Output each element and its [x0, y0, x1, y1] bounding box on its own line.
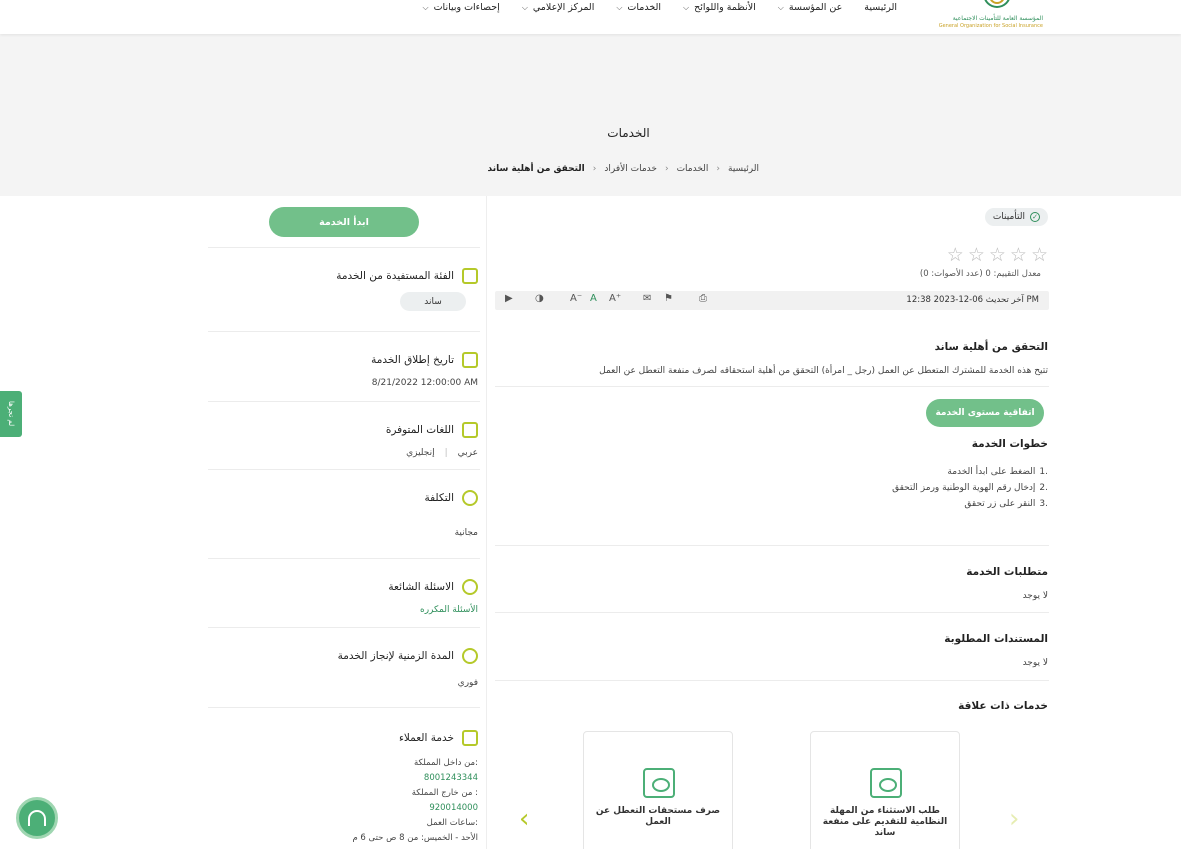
nav-services[interactable]: الخدمات ⌵ [605, 2, 672, 13]
related-title: خدمات ذات علاقة [958, 700, 1048, 712]
accessibility-toolbar: ▶ ◑ A⁻ A A⁺ ✉ ⚑ ⎙ آخر تحديث 06-12-2023 1… [495, 291, 1049, 310]
question-icon [462, 579, 478, 595]
headset-icon [28, 810, 46, 826]
chat-icon [462, 730, 478, 746]
star-icon[interactable]: ☆ [1031, 244, 1048, 266]
calendar-icon [462, 352, 478, 368]
service-sidebar: ابدأ الخدمة الفئة المستفيدة من الخدمة سا… [208, 196, 480, 849]
related-service-card[interactable]: صرف مستحقات التعطل عن العمل [583, 731, 733, 849]
star-icon[interactable]: ☆ [989, 244, 1006, 266]
bookmark-icon[interactable]: ⚑ [664, 293, 673, 304]
last-update: آخر تحديث 06-12-2023 12:38 PM [906, 295, 1039, 305]
page-hero: الخدمات الرئيسية › الخدمات › خدمات الأفر… [0, 34, 1181, 196]
top-navigation: المؤسسة العامة للتأمينات الاجتماعية Gene… [0, 0, 1181, 34]
documents-title: المستندات المطلوبة [944, 633, 1048, 645]
print-icon[interactable]: ⎙ [699, 293, 707, 304]
faq-section: الاسئلة الشائعة الأسئلة المكرره [208, 558, 480, 627]
list-item: 3. النقر على زر تحقق [964, 499, 1048, 509]
duration-section: المدة الزمنية لإنجاز الخدمة فوري [208, 627, 480, 707]
chevron-down-icon: ⌵ [683, 2, 690, 12]
divider [495, 545, 1049, 546]
divider [495, 680, 1049, 681]
launch-date-section: تاريخ إطلاق الخدمة 8/21/2022 12:00:00 AM [208, 331, 480, 401]
chevron-down-icon: ⌵ [616, 2, 623, 12]
cost-value: مجانية [454, 528, 478, 538]
stopwatch-icon [462, 648, 478, 664]
beneficiary-section: الفئة المستفيدة من الخدمة ساند [208, 247, 480, 331]
chevron-left-icon: › [592, 164, 597, 174]
nav-home[interactable]: الرئيسية [853, 2, 908, 13]
main-menu: الرئيسية عن المؤسسة ⌵ الأنظمة واللوائح ⌵ ا… [412, 2, 908, 13]
start-service-button[interactable]: ابدأ الخدمة [269, 207, 419, 237]
user-icon [462, 268, 478, 284]
service-description: تتيح هذه الخدمة للمشترك المتعطل عن العمل… [599, 366, 1048, 376]
languages-value: عربي | إنجليزي [406, 448, 478, 458]
play-icon[interactable]: ▶ [505, 293, 513, 304]
sla-button[interactable]: اتفاقية مستوى الخدمة [926, 399, 1044, 427]
rating-stars[interactable]: ☆ ☆ ☆ ☆ ☆ [947, 244, 1048, 266]
requirements-value: لا يوجد [1022, 591, 1048, 601]
carousel-prev-arrow[interactable]: › [1009, 804, 1019, 834]
divider [495, 386, 1049, 387]
phone-link[interactable]: 8001243344 [352, 771, 478, 786]
contrast-icon[interactable]: ◑ [535, 293, 544, 304]
divider [495, 612, 1049, 613]
breadcrumb-home[interactable]: الرئيسية [728, 164, 759, 174]
languages-section: اللغات المتوفرة عربي | إنجليزي [208, 401, 480, 469]
font-reset-icon[interactable]: A [590, 293, 597, 304]
chevron-left-icon: › [664, 164, 669, 174]
font-increase-icon[interactable]: A⁺ [609, 293, 621, 304]
language-icon [462, 422, 478, 438]
star-icon[interactable]: ☆ [1010, 244, 1027, 266]
customer-service-info: من داخل المملكة: 8001243344 من خارج المم… [352, 758, 478, 843]
nav-regulations[interactable]: الأنظمة واللوائح ⌵ [672, 2, 767, 13]
nav-media-center[interactable]: المركز الإعلامي ⌵ [511, 2, 606, 13]
share-icon[interactable]: ✉ [643, 293, 651, 304]
page-title: الخدمات [607, 126, 650, 140]
coins-icon [462, 490, 478, 506]
document-exemption-icon [870, 768, 902, 798]
separator: | [444, 448, 448, 458]
launch-date-value: 8/21/2022 12:00:00 AM [371, 378, 478, 388]
chevron-down-icon: ⌵ [777, 2, 784, 12]
check-circle-icon: ✓ [1030, 212, 1040, 222]
feedback-side-tab[interactable]: لم تجرها [0, 391, 22, 437]
nav-about[interactable]: عن المؤسسة ⌵ [767, 2, 853, 13]
category-badge: ✓ التأمينات [984, 208, 1048, 226]
breadcrumb-individual-services[interactable]: خدمات الأفراد [604, 164, 657, 174]
service-title: التحقق من أهلية ساند [934, 341, 1048, 353]
gosi-logo[interactable]: المؤسسة العامة للتأمينات الاجتماعية Gene… [939, 0, 1047, 32]
documents-value: لا يوجد [1022, 658, 1048, 668]
money-envelope-icon [643, 768, 675, 798]
breadcrumb: الرئيسية › الخدمات › خدمات الأفراد › الت… [488, 164, 759, 174]
related-service-card[interactable]: طلب الاستثناء من المهلة النظامية للتقديم… [810, 731, 960, 849]
carousel-next-arrow[interactable]: ‹ [519, 804, 529, 834]
beneficiary-pill: ساند [400, 292, 466, 311]
steps-title: خطوات الخدمة [971, 438, 1048, 450]
phone-link[interactable]: 920014000 [352, 801, 478, 816]
chevron-left-icon: › [716, 164, 720, 174]
rating-summary: معدل التقييم: 0 (عدد الأصوات: 0) [919, 269, 1041, 279]
breadcrumb-current: التحقق من أهلية ساند [487, 164, 585, 174]
faq-link[interactable]: الأسئلة المكرره [420, 605, 478, 615]
list-item: 2. إدخال رقم الهوية الوطنية ورمز التحقق [892, 483, 1048, 493]
list-item: 1. الضغط على ابدأ الخدمة [947, 467, 1048, 477]
star-icon[interactable]: ☆ [968, 244, 985, 266]
requirements-title: متطلبات الخدمة [966, 566, 1048, 578]
chevron-down-icon: ⌵ [422, 2, 429, 12]
support-chat-button[interactable] [16, 797, 58, 839]
breadcrumb-services[interactable]: الخدمات [677, 164, 709, 174]
duration-value: فوري [457, 678, 478, 688]
chevron-down-icon: ⌵ [521, 2, 528, 12]
star-icon[interactable]: ☆ [947, 244, 964, 266]
service-details: ✓ التأمينات ☆ ☆ ☆ ☆ ☆ معدل التقييم: 0 (ع… [486, 196, 1181, 849]
customer-service-section: خدمة العملاء من داخل المملكة: 8001243344… [208, 707, 480, 849]
font-decrease-icon[interactable]: A⁻ [570, 293, 582, 304]
cost-section: التكلفة مجانية [208, 469, 480, 558]
steps-list: 1. الضغط على ابدأ الخدمة 2. إدخال رقم الهو… [892, 464, 1048, 512]
nav-statistics[interactable]: إحصاءات وبيانات ⌵ [412, 2, 511, 13]
